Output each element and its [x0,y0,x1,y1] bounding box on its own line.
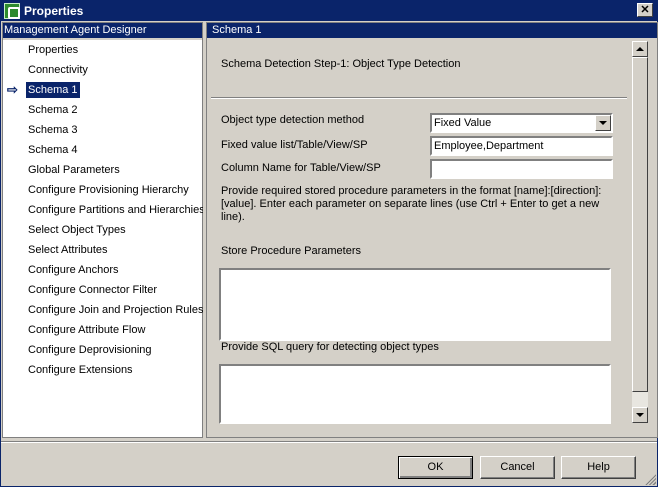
ok-button[interactable]: OK [398,456,473,479]
nav-item[interactable]: Configure Join and Projection Rules [3,300,204,320]
scroll-up-icon[interactable] [632,41,648,57]
nav-item[interactable]: Configure Partitions and Hierarchies [3,200,205,220]
nav-item[interactable]: Connectivity [3,60,202,80]
title-bar[interactable]: Properties ✕ [1,1,657,21]
nav-item-label: Schema 2 [28,104,78,116]
nav-item[interactable]: Schema 4 [3,140,202,160]
navigation-list: Properties Connectivity ⇨ Schema 1 Schema 2 S… [3,40,205,380]
nav-item[interactable]: ⇨ Schema 1 [3,80,202,100]
nav-item-label: Configure Anchors [28,264,119,276]
parameter-format-help: Provide required stored procedure parame… [221,185,602,223]
window-title: Properties [24,4,84,18]
sql-query-textarea[interactable] [219,364,611,424]
sp-parameters-label: Store Procedure Parameters [221,245,362,257]
step-title: Schema Detection Step-1: Object Type Det… [221,58,461,70]
scroll-thumb[interactable] [632,57,648,392]
arrow-right-icon: ⇨ [7,82,18,97]
nav-item[interactable]: Properties [3,40,202,60]
nav-item-label: Select Object Types [28,224,126,236]
nav-item[interactable]: Select Object Types [3,220,202,240]
footer-divider [1,441,657,443]
detection-method-value: Fixed Value [434,117,492,129]
app-icon [4,3,20,19]
nav-item-label: Configure Partitions and Hierarchies [28,204,205,216]
nav-item-label: Select Attributes [28,244,108,256]
cancel-button[interactable]: Cancel [480,456,555,479]
resize-grip[interactable] [644,473,656,485]
nav-item-label: Configure Attribute Flow [28,324,146,336]
schema-panel-header: Schema 1 [207,23,657,38]
sql-query-label: Provide SQL query for detecting object t… [221,341,439,353]
schema-content: Schema Detection Step-1: Object Type Det… [207,38,631,437]
nav-item-label: Configure Deprovisioning [28,344,152,356]
nav-item[interactable]: Configure Deprovisioning [3,340,202,360]
fixed-value-list-label: Fixed value list/Table/View/SP [221,139,368,151]
help-button[interactable]: Help [561,456,636,479]
detection-method-label: Object type detection method [221,114,365,126]
schema-panel: Schema 1 Schema Detection Step-1: Object… [206,22,658,438]
nav-item-label: Configure Connector Filter [28,284,158,296]
nav-item-label: Configure Extensions [28,364,133,376]
nav-item-label: Configure Provisioning Hierarchy [28,184,189,196]
nav-item-label: Schema 3 [28,124,78,136]
navigation-header: Management Agent Designer [3,23,202,38]
fixed-value-list-input[interactable]: Employee,Department [430,136,613,156]
detection-method-select[interactable]: Fixed Value [430,113,613,133]
nav-item-label: Global Parameters [28,164,120,176]
nav-item[interactable]: Select Attributes [3,240,202,260]
section-divider [211,97,627,99]
scroll-down-icon[interactable] [632,407,648,423]
column-name-input[interactable] [430,159,613,179]
sp-parameters-textarea[interactable] [219,268,611,341]
vertical-scrollbar[interactable] [632,41,648,423]
nav-item[interactable]: Configure Provisioning Hierarchy [3,180,202,200]
close-button[interactable]: ✕ [637,3,653,17]
panel-splitter[interactable] [203,22,205,438]
chevron-down-icon[interactable] [595,115,611,131]
nav-item-label: Schema 4 [28,144,78,156]
nav-item[interactable]: Configure Extensions [3,360,202,380]
navigation-panel: Management Agent Designer Properties Conn… [2,22,205,438]
nav-item-label: Connectivity [28,64,88,76]
nav-item[interactable]: Configure Connector Filter [3,280,202,300]
nav-item[interactable]: Schema 2 [3,100,202,120]
column-name-label: Column Name for Table/View/SP [221,162,381,174]
nav-item[interactable]: Configure Attribute Flow [3,320,202,340]
nav-item-label: Properties [28,44,79,56]
nav-item[interactable]: Configure Anchors [3,260,202,280]
nav-item-label: Schema 1 [26,82,80,98]
nav-item-label: Configure Join and Projection Rules [28,304,204,316]
nav-item[interactable]: Global Parameters [3,160,202,180]
properties-window: Properties ✕ Management Agent Designer P… [0,0,658,487]
nav-item[interactable]: Schema 3 [3,120,202,140]
